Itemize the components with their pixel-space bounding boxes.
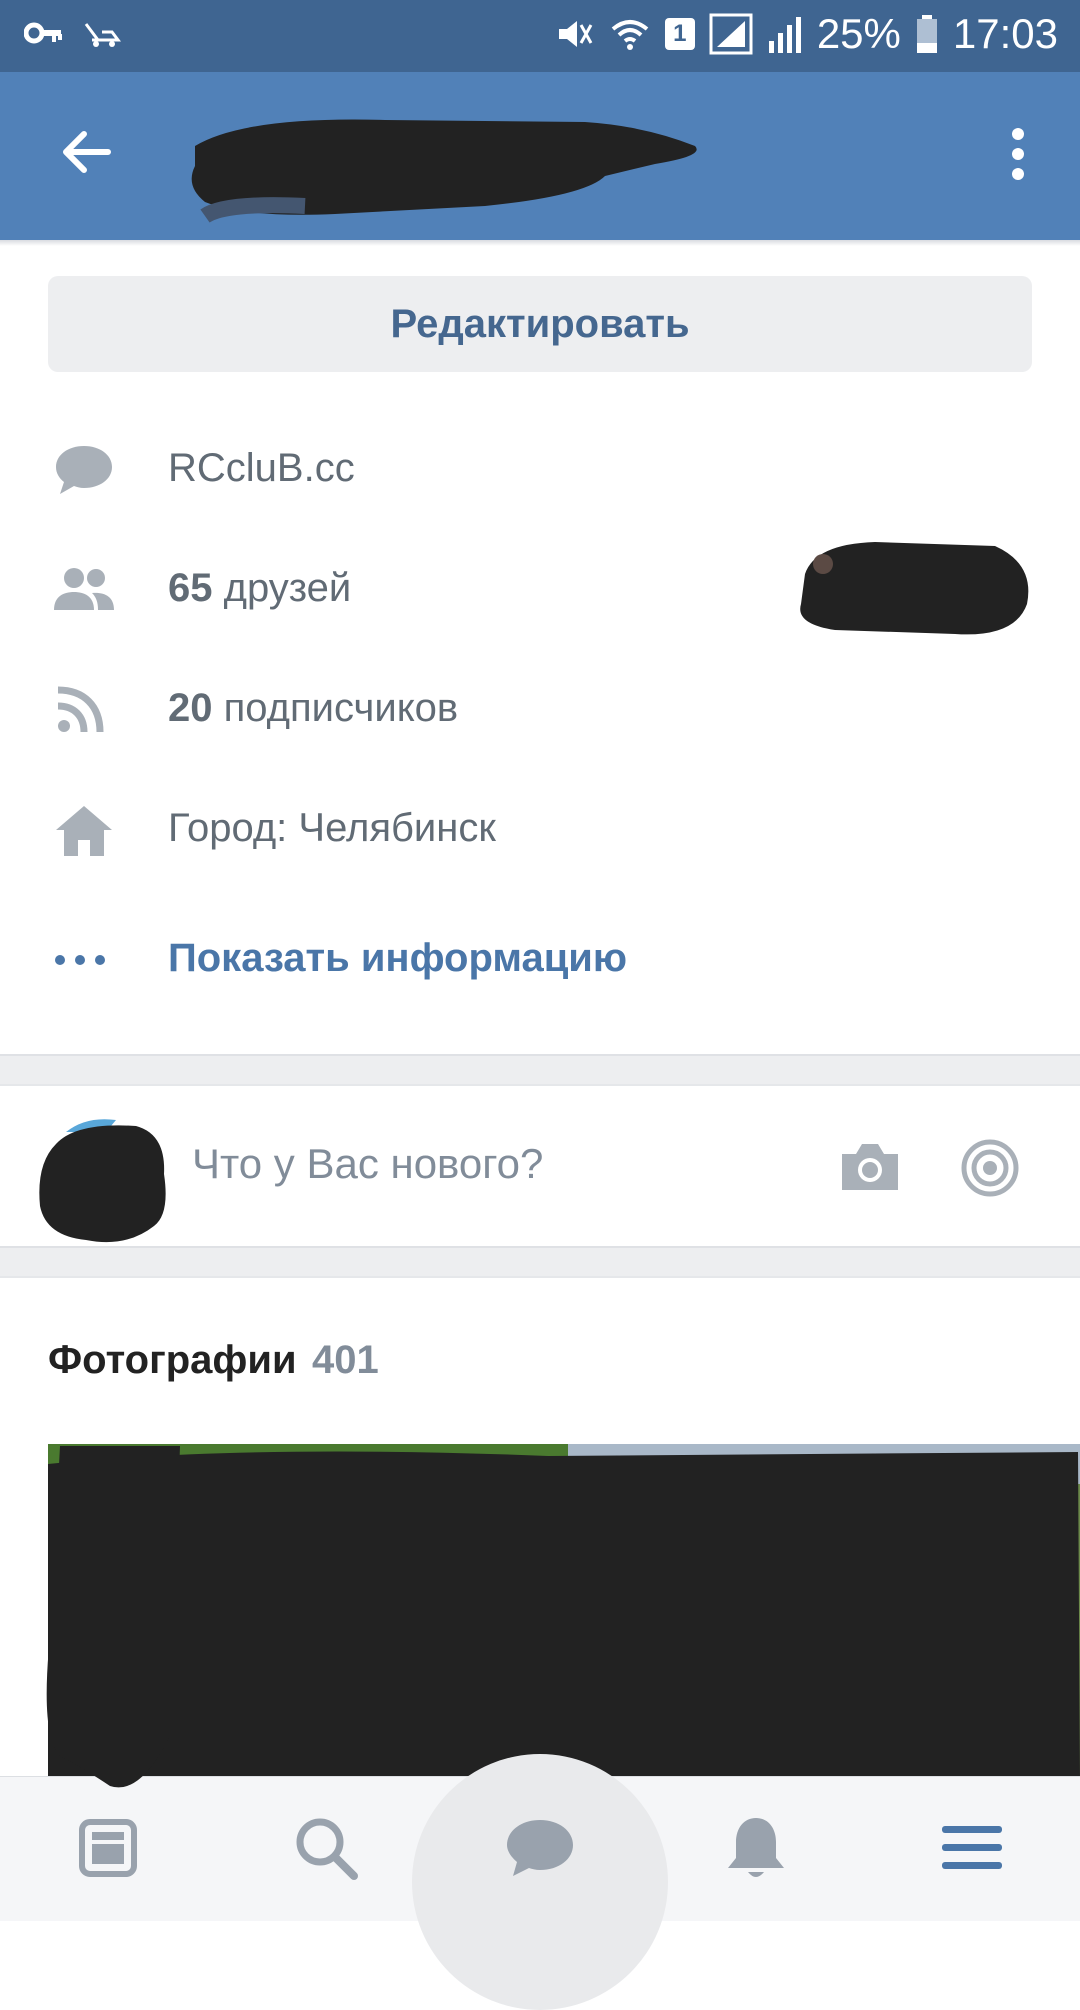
redacted-photos <box>48 1444 1080 1780</box>
followers-count: 20 <box>168 686 213 730</box>
status-left-icons <box>24 18 122 48</box>
friends-icon <box>54 568 114 610</box>
friends-label: 65 друзей <box>168 566 351 611</box>
battery-icon <box>916 15 937 53</box>
news-icon <box>79 1819 137 1877</box>
clock: 17:03 <box>952 10 1058 57</box>
section-separator-2 <box>0 1246 1080 1278</box>
nav-notifications[interactable] <box>686 1776 826 1920</box>
key-icon <box>24 22 62 44</box>
friends-word: друзей <box>223 566 352 610</box>
edit-profile-button[interactable]: Редактировать <box>48 276 1032 372</box>
friends-count: 65 <box>168 566 213 610</box>
city-row: Город: Челябинск <box>0 782 1080 878</box>
vacuum-icon <box>84 23 121 47</box>
nav-news[interactable] <box>38 1776 178 1920</box>
status-bar: 1 25% 17:03 <box>0 0 1080 72</box>
dots-horizontal-icon <box>55 955 105 965</box>
followers-label: 20 подписчиков <box>168 686 458 731</box>
notifications-icon <box>728 1818 784 1877</box>
battery-percent: 25% <box>816 10 901 57</box>
more-vertical-icon[interactable] <box>1006 124 1030 184</box>
photos-strip[interactable] <box>48 1444 1080 1780</box>
photos-title[interactable]: Фотографии <box>48 1338 297 1383</box>
camera-icon[interactable] <box>838 1140 902 1194</box>
show-info-link[interactable]: Показать информацию <box>168 936 627 981</box>
rss-feed-icon <box>57 686 104 733</box>
city-text: Город: Челябинск <box>168 806 496 850</box>
redacted-user-avatar <box>39 1119 166 1243</box>
signal-icon-2 <box>768 17 801 53</box>
followers-row[interactable]: 20 подписчиков <box>0 662 1080 758</box>
section-separator <box>0 1054 1080 1086</box>
show-info-row[interactable]: Показать информацию <box>0 912 1080 1008</box>
speech-bubble-icon <box>56 446 112 494</box>
redacted-friend-avatars <box>800 542 1029 635</box>
followers-word: подписчиков <box>223 686 459 730</box>
nav-search[interactable] <box>256 1776 396 1920</box>
menu-icon <box>942 1826 1002 1869</box>
back-arrow-icon[interactable] <box>56 122 116 182</box>
status-text: RCcluB.cc <box>168 446 355 490</box>
header-shadow <box>0 240 1080 246</box>
messages-icon <box>507 1820 573 1876</box>
nav-menu[interactable] <box>902 1776 1042 1920</box>
search-icon <box>296 1818 358 1880</box>
photos-count: 401 <box>312 1338 379 1382</box>
signal-icon <box>709 13 753 55</box>
sim-badge: 1 <box>664 18 695 50</box>
story-camera-icon[interactable] <box>960 1138 1020 1198</box>
new-post-input[interactable]: Что у Вас нового? <box>192 1140 543 1188</box>
status-right-icons: 1 25% 17:03 <box>553 10 1058 58</box>
home-icon <box>56 806 112 856</box>
wifi-icon <box>611 20 649 50</box>
nav-messages[interactable] <box>470 1776 610 1920</box>
redaction-overflow <box>46 1446 181 1788</box>
redacted-profile-name <box>191 119 697 223</box>
status-row[interactable]: RCcluB.cc <box>0 422 1080 518</box>
mute-icon <box>558 21 593 47</box>
